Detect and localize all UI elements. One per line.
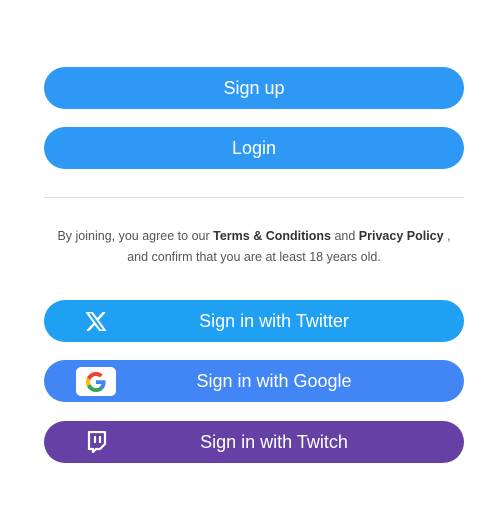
terms-line-2: and confirm that you are at least 18 yea… [127, 250, 381, 264]
signup-button[interactable]: Sign up [44, 67, 464, 109]
terms-and: and [334, 229, 356, 243]
google-signin-button[interactable]: Sign in with Google [44, 360, 464, 402]
google-signin-label: Sign in with Google [196, 370, 352, 391]
terms-prefix: By joining, you agree to our [57, 229, 210, 243]
login-panel: Sign up Login By joining, you agree to o… [0, 0, 501, 522]
terms-suffix: , [447, 229, 451, 243]
signup-button-label: Sign up [223, 77, 285, 98]
twitch-signin-label: Sign in with Twitch [200, 431, 348, 452]
twitter-signin-label: Sign in with Twitter [199, 310, 349, 331]
login-button[interactable]: Login [44, 127, 464, 169]
terms-line-1: By joining, you agree to our Terms & Con… [44, 226, 464, 247]
terms-conditions-link[interactable]: Terms & Conditions [213, 229, 331, 243]
divider [44, 197, 464, 198]
terms-notice: By joining, you agree to our Terms & Con… [44, 226, 464, 268]
twitter-signin-button[interactable]: Sign in with Twitter [44, 300, 464, 342]
login-button-label: Login [231, 137, 277, 158]
privacy-policy-link[interactable]: Privacy Policy [359, 229, 444, 243]
twitch-signin-button[interactable]: Sign in with Twitch [44, 421, 464, 463]
